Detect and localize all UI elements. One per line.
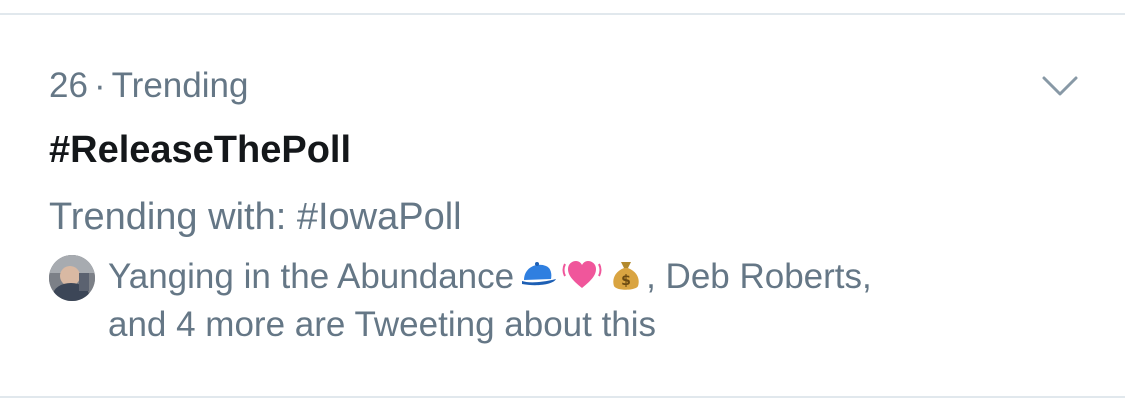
beating-heart-emoji xyxy=(562,254,602,294)
social-user-two[interactable]: , Deb Roberts, xyxy=(646,257,872,296)
chevron-down-icon[interactable] xyxy=(1040,72,1080,100)
trend-rank: 26 xyxy=(49,66,88,105)
social-suffix: and 4 more are Tweeting about this xyxy=(108,305,657,344)
social-context: Yanging in the Abundance $ , Deb Roberts, a… xyxy=(108,253,1098,349)
trend-category: Trending xyxy=(111,66,249,105)
user-avatar[interactable] xyxy=(49,255,95,301)
svg-text:$: $ xyxy=(621,273,631,289)
social-user-one[interactable]: Yanging in the Abundance xyxy=(108,257,514,296)
trending-with[interactable]: Trending with: #IowaPoll xyxy=(49,195,462,239)
money-bag-emoji: $ xyxy=(606,254,646,294)
bottom-divider xyxy=(0,396,1125,398)
meta-separator: · xyxy=(93,66,106,105)
trend-meta: 26 · Trending xyxy=(49,66,248,106)
trend-hashtag[interactable]: #ReleaseThePoll xyxy=(49,128,351,172)
blue-cap-emoji xyxy=(518,254,558,294)
